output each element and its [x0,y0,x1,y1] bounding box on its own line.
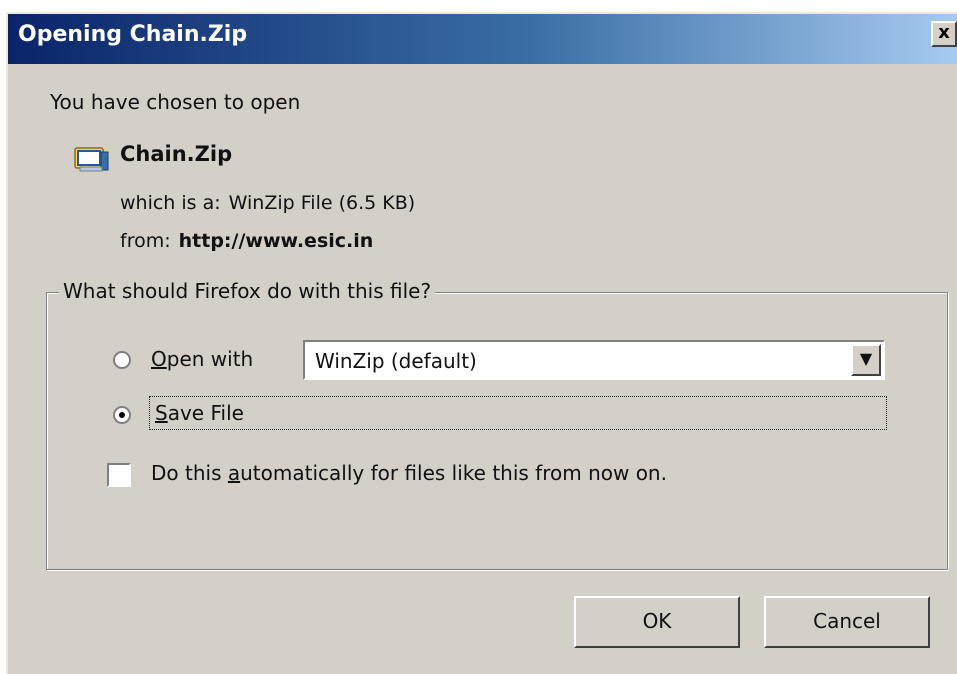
file-source-label: from: [120,230,171,252]
file-type-row: which is a: WinZip File (6.5 KB) [120,192,415,214]
auto-action-label-after: utomatically for files like this from no… [240,461,667,485]
chevron-down-icon: ▼ [859,349,873,368]
action-groupbox: What should Firefox do with this file? O… [46,279,948,570]
auto-action-mnemonic: a [227,461,241,485]
save-file-radio[interactable] [113,406,131,424]
intro-text: You have chosen to open [50,90,301,114]
save-file-label[interactable]: Save File [155,401,244,425]
file-name: Chain.Zip [120,142,233,166]
open-with-label[interactable]: Open with [151,347,253,371]
title-bar[interactable]: Opening Chain.Zip x [8,14,957,64]
open-with-dropdown-value: WinZip (default) [315,349,477,373]
auto-action-label[interactable]: Do this automatically for files like thi… [151,461,667,485]
auto-action-label-before: Do this [151,461,228,485]
auto-action-checkbox[interactable] [107,463,131,487]
close-button[interactable]: x [931,21,957,47]
save-file-mnemonic: S [155,401,168,425]
cancel-button[interactable]: Cancel [764,596,930,648]
action-group-legend: What should Firefox do with this file? [59,279,436,303]
dropdown-arrow-button[interactable]: ▼ [851,344,881,376]
close-icon: x [938,22,950,43]
file-source-row: from: http://www.esic.in [120,230,373,252]
winzip-file-icon [74,147,109,172]
save-file-label-rest: ave File [167,401,244,425]
file-type-value: WinZip File (6.5 KB) [228,192,416,214]
open-with-dropdown[interactable]: WinZip (default) ▼ [303,340,885,380]
file-source-url: http://www.esic.in [178,230,374,252]
file-type-label: which is a: [120,192,221,214]
download-dialog: Opening Chain.Zip x You have chosen to o… [6,12,957,674]
ok-button[interactable]: OK [574,596,740,648]
open-with-radio[interactable] [113,351,131,369]
window-title: Opening Chain.Zip [18,22,248,47]
open-with-mnemonic: O [151,347,167,371]
open-with-label-rest: pen with [166,347,254,371]
save-file-focus-rect [149,396,887,430]
